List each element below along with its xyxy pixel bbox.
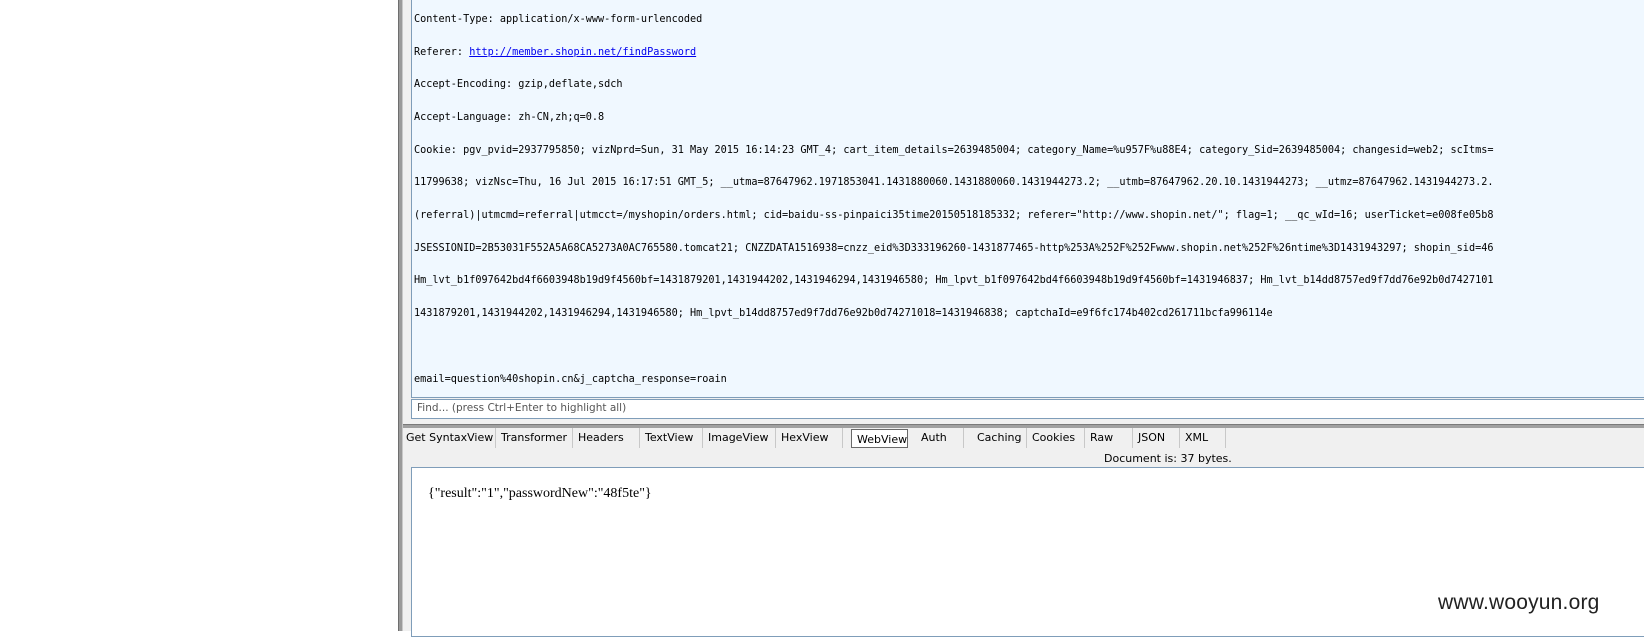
tab-get-syntaxview[interactable]: Get SyntaxView	[401, 428, 496, 448]
tab-webview[interactable]: WebView	[851, 429, 908, 448]
request-body-line: email=question%40shopin.cn&j_captcha_res…	[414, 373, 727, 385]
referer-label: Referer:	[414, 46, 470, 58]
watermark: www.wooyun.org	[1438, 591, 1600, 614]
request-line: Accept-Encoding: gzip,deflate,sdch	[414, 79, 623, 91]
tab-xml[interactable]: XML	[1180, 428, 1226, 448]
tab-hexview[interactable]: HexView	[776, 428, 843, 448]
tab-transformer[interactable]: Transformer	[496, 428, 573, 448]
request-line: 11799638; vizNsc=Thu, 16 Jul 2015 16:17:…	[414, 177, 1494, 189]
document-size-status: Document is: 37 bytes.	[1104, 452, 1232, 465]
request-raw-view[interactable]: Content-Type: application/x-www-form-url…	[411, 0, 1644, 398]
tab-json[interactable]: JSON	[1133, 428, 1180, 448]
referer-line: Referer: http://member.shopin.net/findPa…	[414, 46, 1644, 59]
tab-auth[interactable]: Auth	[916, 428, 964, 448]
request-line: (referral)|utmcmd=referral|utmcct=/mysho…	[414, 210, 1494, 222]
session-list-pane	[0, 0, 398, 631]
request-line: Content-Type: application/x-www-form-url…	[414, 13, 703, 25]
tab-headers[interactable]: Headers	[573, 428, 640, 448]
find-input[interactable]: Find... (press Ctrl+Enter to highlight a…	[411, 399, 1644, 419]
response-body: {"result":"1","passwordNew":"48f5te"}	[428, 486, 652, 501]
request-line: JSESSIONID=2B53031F552A5A68CA5273A0AC765…	[414, 242, 1494, 254]
request-line: Hm_lvt_b1f097642bd4f6603948b19d9f4560bf=…	[414, 275, 1494, 287]
tab-imageview[interactable]: ImageView	[703, 428, 776, 448]
tab-caching[interactable]: Caching	[972, 428, 1027, 448]
request-text: Content-Type: application/x-www-form-url…	[412, 0, 1644, 397]
tab-raw[interactable]: Raw	[1085, 428, 1133, 448]
response-tab-strip: Get SyntaxView Transformer Headers TextV…	[403, 428, 1644, 449]
request-line: Accept-Language: zh-CN,zh;q=0.8	[414, 111, 605, 123]
request-line: Cookie: pgv_pvid=2937795850; vizNprd=Sun…	[414, 144, 1494, 156]
inspector-pane: Content-Type: application/x-www-form-url…	[403, 0, 1644, 637]
request-line: 1431879201,1431944202,1431946294,1431946…	[414, 308, 1273, 320]
tab-cookies[interactable]: Cookies	[1027, 428, 1085, 448]
referer-link[interactable]: http://member.shopin.net/findPassword	[469, 47, 696, 58]
tab-textview[interactable]: TextView	[640, 428, 703, 448]
